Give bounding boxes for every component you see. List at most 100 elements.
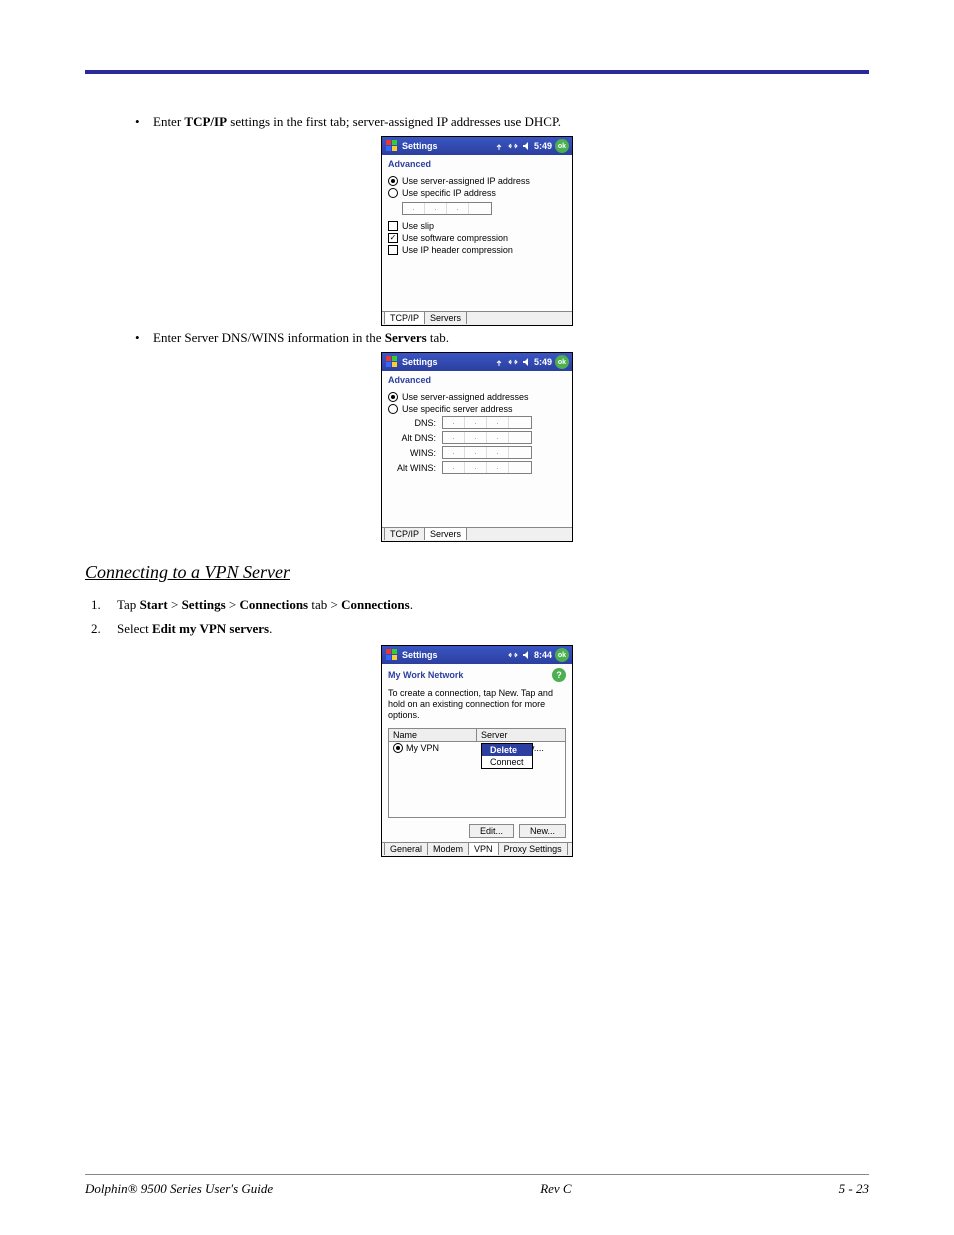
- check-label: Use IP header compression: [402, 245, 513, 255]
- radio-label: Use server-assigned addresses: [402, 392, 529, 402]
- radio-icon: [388, 176, 398, 186]
- help-button[interactable]: ?: [552, 668, 566, 682]
- windows-flag-icon[interactable]: [385, 355, 399, 369]
- alt-wins-row: Alt WINS: ...: [388, 461, 566, 474]
- text-bold: Settings: [182, 597, 226, 612]
- tab-tcpip[interactable]: TCP/IP: [384, 311, 425, 324]
- clock-time: 5:49: [534, 357, 552, 367]
- dns-label: DNS:: [388, 418, 438, 428]
- table-row[interactable]: My VPN vpn.company....: [389, 742, 565, 754]
- radio-specific-server-address[interactable]: Use specific server address: [388, 404, 566, 414]
- new-button[interactable]: New...: [519, 824, 566, 838]
- text: settings in the first tab; server-assign…: [227, 114, 561, 129]
- text: Enter Server DNS/WINS information in the: [153, 330, 385, 345]
- radio-icon: [388, 188, 398, 198]
- col-server[interactable]: Server: [477, 729, 565, 741]
- vpn-name: My VPN: [406, 743, 439, 753]
- radio-specific-ip[interactable]: Use specific IP address: [388, 188, 566, 198]
- tab-vpn[interactable]: VPN: [468, 842, 499, 855]
- document-page: Enter TCP/IP settings in the first tab; …: [0, 0, 954, 1235]
- tab-general[interactable]: General: [384, 842, 428, 855]
- text-bold: TCP/IP: [184, 114, 227, 129]
- screen-heading: Advanced: [382, 155, 572, 171]
- checkbox-ip-header-compression[interactable]: Use IP header compression: [388, 245, 566, 255]
- ok-button[interactable]: ok: [555, 355, 569, 369]
- alt-dns-input[interactable]: ...: [442, 431, 532, 444]
- checkbox-icon: ✓: [388, 233, 398, 243]
- section-heading: Connecting to a VPN Server: [85, 562, 869, 583]
- table-header: Name Server: [389, 729, 565, 742]
- check-label: Use software compression: [402, 233, 508, 243]
- windows-flag-icon[interactable]: [385, 648, 399, 662]
- radio-label: Use specific IP address: [402, 188, 496, 198]
- menu-connect[interactable]: Connect: [482, 756, 532, 768]
- footer-right: 5 - 23: [839, 1181, 869, 1197]
- tab-bar: General Modem VPN Proxy Settings: [382, 842, 572, 856]
- speaker-icon: [522, 141, 532, 151]
- checkbox-software-compression[interactable]: ✓ Use software compression: [388, 233, 566, 243]
- tab-bar: TCP/IP Servers: [382, 527, 572, 541]
- clock-time: 5:49: [534, 141, 552, 151]
- text: >: [226, 597, 240, 612]
- alt-dns-label: Alt DNS:: [388, 433, 438, 443]
- screenshot-servers-tab: Settings 5:49 ok Advanced Use server-ass…: [381, 352, 573, 542]
- page-footer: Dolphin® 9500 Series User's Guide Rev C …: [85, 1174, 869, 1197]
- radio-icon: [388, 404, 398, 414]
- instruction-bullet-2: Enter Server DNS/WINS information in the…: [135, 330, 869, 346]
- top-rule: [85, 70, 869, 74]
- wins-row: WINS: ...: [388, 446, 566, 459]
- radio-server-assigned-ip[interactable]: Use server-assigned IP address: [388, 176, 566, 186]
- step-1: 1. Tap Start > Settings > Connections ta…: [91, 597, 869, 613]
- tab-servers[interactable]: Servers: [424, 311, 467, 324]
- tab-modem[interactable]: Modem: [427, 842, 469, 855]
- text: Select: [117, 621, 152, 636]
- ok-button[interactable]: ok: [555, 648, 569, 662]
- text: >: [168, 597, 182, 612]
- text: tab.: [427, 330, 449, 345]
- step-number: 1.: [91, 597, 101, 613]
- tab-bar: TCP/IP Servers: [382, 311, 572, 325]
- settings-body: Use server-assigned IP address Use speci…: [382, 171, 572, 311]
- tab-tcpip[interactable]: TCP/IP: [384, 527, 425, 540]
- radio-icon: [388, 392, 398, 402]
- text: .: [269, 621, 272, 636]
- ip-address-input[interactable]: ...: [402, 202, 492, 215]
- check-label: Use slip: [402, 221, 434, 231]
- connection-icon: [508, 141, 518, 151]
- instruction-bullet-1: Enter TCP/IP settings in the first tab; …: [135, 114, 869, 130]
- text: .: [410, 597, 413, 612]
- col-name[interactable]: Name: [389, 729, 477, 741]
- window-title: Settings: [402, 141, 438, 151]
- alt-wins-input[interactable]: ...: [442, 461, 532, 474]
- checkbox-icon: [388, 245, 398, 255]
- screen-heading: My Work Network ?: [382, 664, 572, 684]
- dns-row: DNS: ...: [388, 416, 566, 429]
- wins-label: WINS:: [388, 448, 438, 458]
- step-2: 2. Select Edit my VPN servers.: [91, 621, 869, 637]
- text: Tap: [117, 597, 140, 612]
- connection-icon: [508, 357, 518, 367]
- window-titlebar: Settings 5:49 ok: [382, 353, 572, 371]
- screen-heading: Advanced: [382, 371, 572, 387]
- alt-wins-label: Alt WINS:: [388, 463, 438, 473]
- context-menu: Delete Connect: [481, 743, 533, 769]
- wins-input[interactable]: ...: [442, 446, 532, 459]
- window-title: Settings: [402, 357, 438, 367]
- footer-mid: Rev C: [540, 1181, 571, 1197]
- radio-label: Use server-assigned IP address: [402, 176, 530, 186]
- alt-dns-row: Alt DNS: ...: [388, 431, 566, 444]
- checkbox-use-slip[interactable]: Use slip: [388, 221, 566, 231]
- dns-input[interactable]: ...: [442, 416, 532, 429]
- windows-flag-icon[interactable]: [385, 139, 399, 153]
- checkbox-icon: [388, 221, 398, 231]
- ok-button[interactable]: ok: [555, 139, 569, 153]
- text-bold: Servers: [385, 330, 427, 345]
- tab-proxy-settings[interactable]: Proxy Settings: [498, 842, 568, 855]
- menu-delete[interactable]: Delete: [482, 744, 532, 756]
- window-title: Settings: [402, 650, 438, 660]
- tab-servers[interactable]: Servers: [424, 527, 467, 540]
- text: Enter: [153, 114, 184, 129]
- radio-server-assigned-addresses[interactable]: Use server-assigned addresses: [388, 392, 566, 402]
- edit-button[interactable]: Edit...: [469, 824, 514, 838]
- screenshot-tcpip-tab: Settings 5:49 ok Advanced Use server-ass…: [381, 136, 573, 326]
